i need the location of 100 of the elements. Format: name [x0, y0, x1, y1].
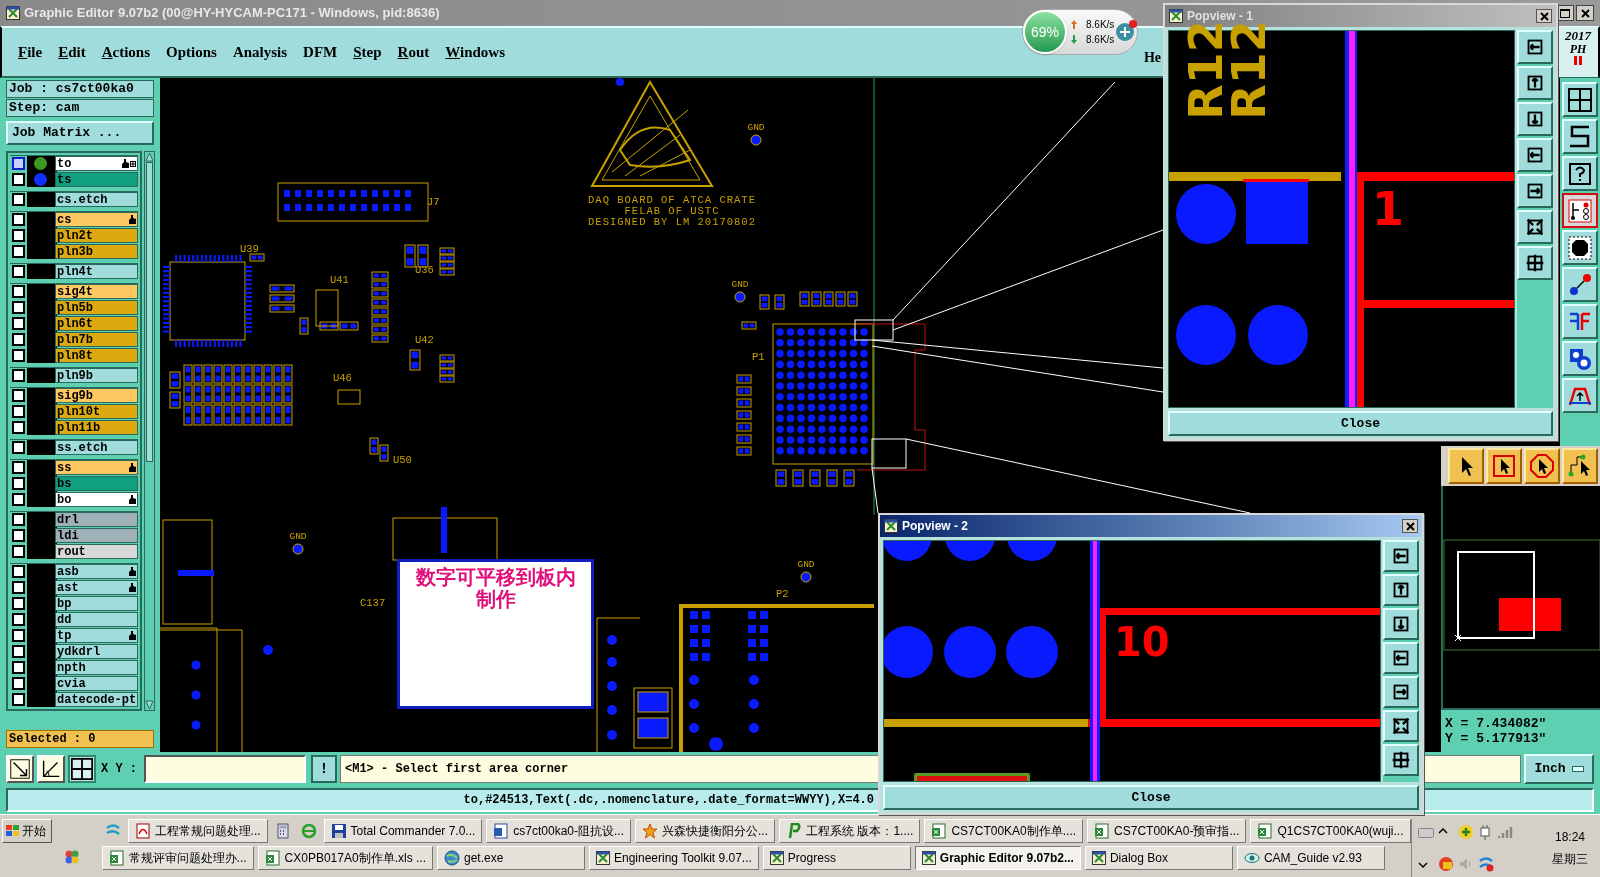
view-tool-button[interactable]	[1383, 642, 1419, 674]
layer-bar[interactable]: to	[55, 156, 139, 171]
layer-row[interactable]: pln7b	[12, 332, 139, 347]
close-button[interactable]: Close	[883, 785, 1419, 810]
layer-checkbox[interactable]	[12, 513, 25, 526]
layer-checkbox[interactable]	[12, 693, 25, 706]
taskbar-button[interactable]: 工程系统 版本：1....	[779, 819, 921, 843]
view-tool-button[interactable]	[1517, 246, 1553, 280]
layer-checkbox[interactable]	[12, 613, 25, 626]
layer-row[interactable]: pln2t	[12, 228, 139, 243]
view-tool-button[interactable]	[1383, 608, 1419, 640]
taskbar-button[interactable]: CAM_Guide v2.93	[1236, 846, 1385, 870]
layer-bar[interactable]: npth	[55, 660, 139, 675]
view-tool-button[interactable]	[1383, 744, 1419, 776]
layer-row[interactable]: bp	[12, 596, 139, 611]
menu-item[interactable]: He	[1143, 46, 1161, 68]
layer-bar[interactable]: dd	[55, 612, 139, 627]
pointer-tool-button[interactable]	[1524, 448, 1560, 484]
taskbar-button[interactable]: 兴森快捷衡阳分公...	[635, 819, 776, 843]
menu-item[interactable]: Edit	[58, 40, 86, 64]
layer-bar[interactable]: ts	[55, 172, 139, 187]
close-button[interactable]	[1576, 5, 1594, 21]
view-tool-button[interactable]	[1517, 210, 1553, 244]
taskbar-button[interactable]: get.exe	[437, 846, 585, 870]
layer-checkbox[interactable]	[12, 349, 25, 362]
units-dropdown[interactable]: Inch	[1524, 754, 1594, 784]
menu-item[interactable]: Windows	[445, 40, 506, 64]
layer-bar[interactable]: pln6t	[55, 316, 139, 331]
layer-row[interactable]: pln11b	[12, 420, 139, 435]
layer-bar[interactable]: sig4t	[55, 284, 139, 299]
layer-row[interactable]: cvia	[12, 676, 139, 691]
layer-row[interactable]: ydkdrl	[12, 644, 139, 659]
layer-checkbox[interactable]	[12, 565, 25, 578]
layer-row[interactable]: rout	[12, 544, 139, 559]
layer-checkbox[interactable]	[12, 157, 25, 170]
layer-bar[interactable]: ydkdrl	[55, 644, 139, 659]
layer-checkbox[interactable]	[12, 405, 25, 418]
layer-bar[interactable]: cs	[55, 212, 139, 227]
taskbar-button[interactable]: Q1CS7CT00KA0(wuji...	[1250, 819, 1411, 843]
layer-bar[interactable]: pln7b	[55, 332, 139, 347]
menu-item[interactable]: Actions	[101, 40, 151, 64]
layer-row[interactable]: bs	[12, 476, 139, 491]
layer-row[interactable]: pln8t	[12, 348, 139, 363]
layer-bar[interactable]: ss.etch	[55, 440, 139, 455]
plug-icon[interactable]	[1477, 824, 1492, 840]
menu-item[interactable]: DFM	[303, 40, 338, 64]
layer-checkbox[interactable]	[12, 193, 25, 206]
layer-checkbox[interactable]	[12, 461, 25, 474]
layer-bar[interactable]: pln3b	[55, 244, 139, 259]
layer-checkbox[interactable]	[12, 333, 25, 346]
layer-bar[interactable]: pln4t	[55, 264, 139, 279]
layer-bar[interactable]: tp	[55, 628, 139, 643]
layer-bar[interactable]: asb	[55, 564, 139, 579]
view-tool-button[interactable]	[1383, 710, 1419, 742]
menu-item[interactable]: Options	[166, 40, 217, 64]
taskbar-button[interactable]: Total Commander 7.0...	[323, 819, 483, 843]
layer-bar[interactable]: pln11b	[55, 420, 139, 435]
taskbar-button[interactable]: Progress	[762, 846, 911, 870]
layer-row[interactable]: sig4t	[12, 284, 139, 299]
close-button[interactable]	[1536, 9, 1552, 23]
taskbar-button[interactable]: 常规评审问题处理办...	[101, 846, 254, 870]
layer-row[interactable]: ts	[12, 172, 139, 187]
layer-checkbox[interactable]	[12, 661, 25, 674]
layer-bar[interactable]: ast	[55, 580, 139, 595]
coordinate-input-field[interactable]	[144, 755, 306, 783]
layer-checkbox[interactable]	[12, 645, 25, 658]
menu-item[interactable]: Analysis	[232, 40, 288, 64]
layer-checkbox[interactable]	[12, 301, 25, 314]
layer-checkbox[interactable]	[12, 529, 25, 542]
swirl-icon[interactable]	[1477, 856, 1494, 872]
chevron-down-icon[interactable]	[1417, 859, 1428, 869]
layer-bar[interactable]: pln2t	[55, 228, 139, 243]
layer-checkbox[interactable]	[12, 545, 25, 558]
view-tool-button[interactable]	[1517, 174, 1553, 208]
layer-bar[interactable]: bp	[55, 596, 139, 611]
layer-row[interactable]: to	[12, 156, 139, 171]
layer-checkbox[interactable]	[12, 597, 25, 610]
view-tool-button[interactable]	[1383, 574, 1419, 606]
layer-row[interactable]: asb	[12, 564, 139, 579]
layer-bar[interactable]: ss	[55, 460, 139, 475]
menu-item[interactable]: Step	[353, 40, 382, 64]
view-tool-button[interactable]	[1517, 30, 1553, 64]
layer-row[interactable]: pln3b	[12, 244, 139, 259]
taskbar-button[interactable]: Graphic Editor 9.07b2...	[914, 846, 1081, 870]
layer-bar[interactable]: datecode-pt	[55, 692, 139, 707]
taskbar-button[interactable]: CS7CT00KA0制作单....	[924, 819, 1084, 843]
taskbar-button[interactable]: 工程常规问题处理...	[127, 819, 268, 843]
layer-checkbox[interactable]	[12, 285, 25, 298]
layer-checkbox[interactable]	[12, 265, 25, 278]
execute-button[interactable]: !	[311, 755, 337, 783]
layer-row[interactable]: ss	[12, 460, 139, 475]
mail-icon[interactable]	[1437, 856, 1454, 872]
layer-checkbox[interactable]	[12, 477, 25, 490]
menu-item[interactable]: Rout	[397, 40, 430, 64]
tool-button[interactable]	[1562, 193, 1598, 228]
view-tool-button[interactable]	[1383, 540, 1419, 572]
close-button[interactable]: Close	[1168, 411, 1553, 436]
layer-row[interactable]: sig9b	[12, 388, 139, 403]
layer-row[interactable]: dd	[12, 612, 139, 627]
layer-checkbox[interactable]	[12, 245, 25, 258]
